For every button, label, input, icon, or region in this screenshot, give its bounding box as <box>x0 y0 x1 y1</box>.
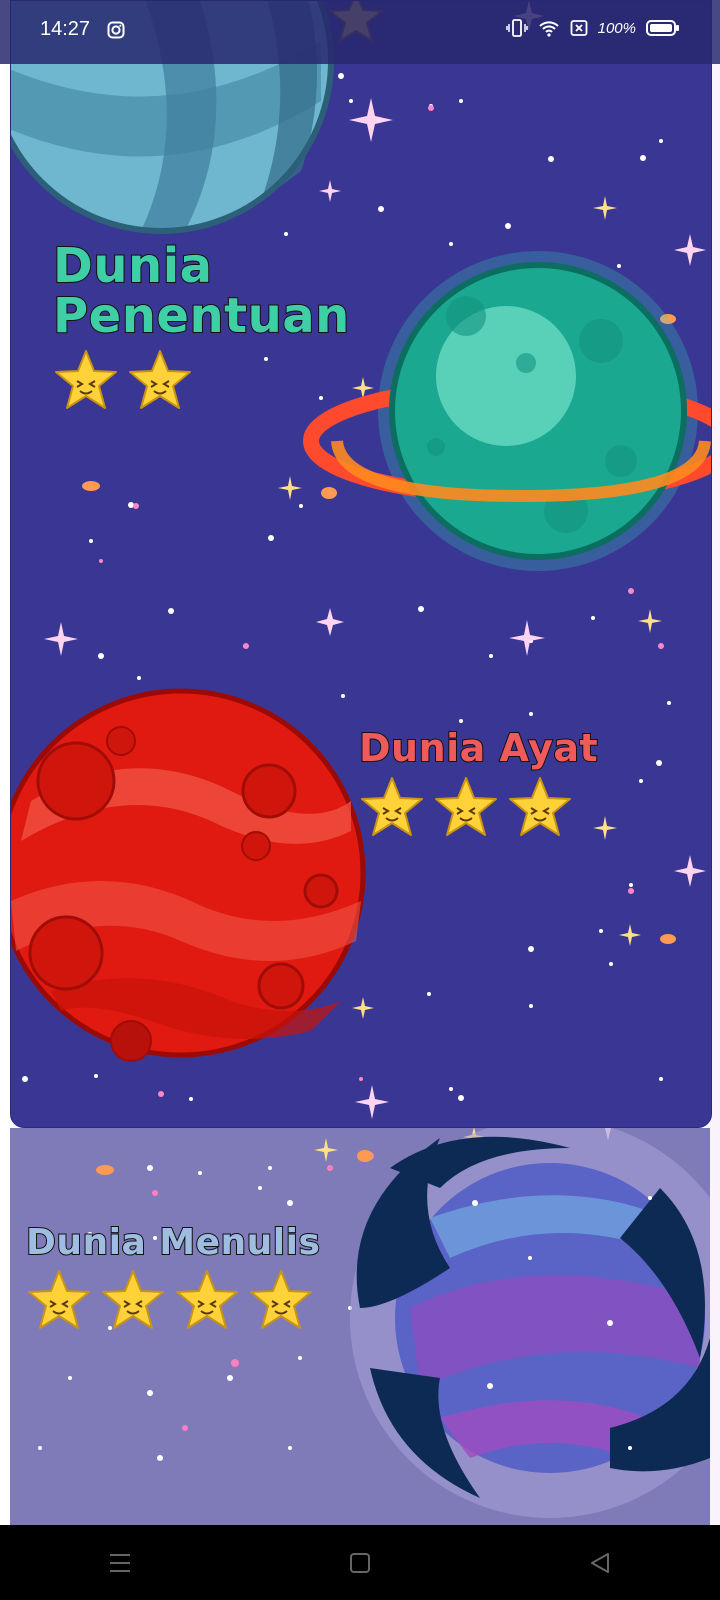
screen-edge-left <box>0 0 10 1525</box>
star-icon <box>28 1269 90 1329</box>
star-icon <box>102 1269 164 1329</box>
no-sim-icon <box>570 19 588 37</box>
star-icon <box>435 776 497 836</box>
menu-icon[interactable] <box>90 1543 150 1583</box>
vibrate-icon <box>505 18 528 38</box>
star-icon <box>55 349 117 409</box>
star-icon <box>129 349 191 409</box>
world-title-line1: Dunia <box>52 238 213 294</box>
world-title: Dunia Ayat <box>358 726 599 770</box>
status-icons: 100% <box>505 18 680 38</box>
world-dunia-penentuan[interactable]: Dunia Penentuan <box>52 238 350 414</box>
red-planet[interactable] <box>11 688 366 1062</box>
battery-icon <box>646 19 680 37</box>
star-icon <box>176 1269 238 1329</box>
world-title-line2: Penentuan <box>52 288 350 345</box>
home-icon[interactable] <box>330 1543 390 1583</box>
teal-ringed-planet[interactable] <box>303 251 711 571</box>
space-map-panel-lower: Dunia Menulis <box>10 1128 710 1525</box>
star-rating <box>359 775 598 841</box>
status-bar: 14:27 100% <box>0 0 720 64</box>
navigation-bar <box>0 1525 720 1600</box>
star-icon <box>250 1269 312 1329</box>
battery-percent: 100% <box>597 19 636 37</box>
starfield-background <box>11 1 711 1119</box>
star-rating <box>26 1268 320 1334</box>
world-title: Dunia Penentuan <box>52 238 350 345</box>
world-dunia-menulis[interactable]: Dunia Menulis <box>25 1222 321 1334</box>
wifi-icon <box>538 19 560 37</box>
world-dunia-ayat[interactable]: Dunia Ayat <box>358 726 599 841</box>
star-icon <box>361 776 423 836</box>
purple-swirl-planet[interactable] <box>350 1128 710 1518</box>
instagram-icon <box>107 21 125 39</box>
back-icon[interactable] <box>570 1543 630 1583</box>
world-title: Dunia Menulis <box>25 1222 321 1263</box>
status-time: 14:27 <box>40 18 91 40</box>
star-rating <box>53 348 350 414</box>
star-icon <box>509 776 571 836</box>
space-map-panel: Dunia Penentuan Dunia Ayat <box>10 0 712 1128</box>
